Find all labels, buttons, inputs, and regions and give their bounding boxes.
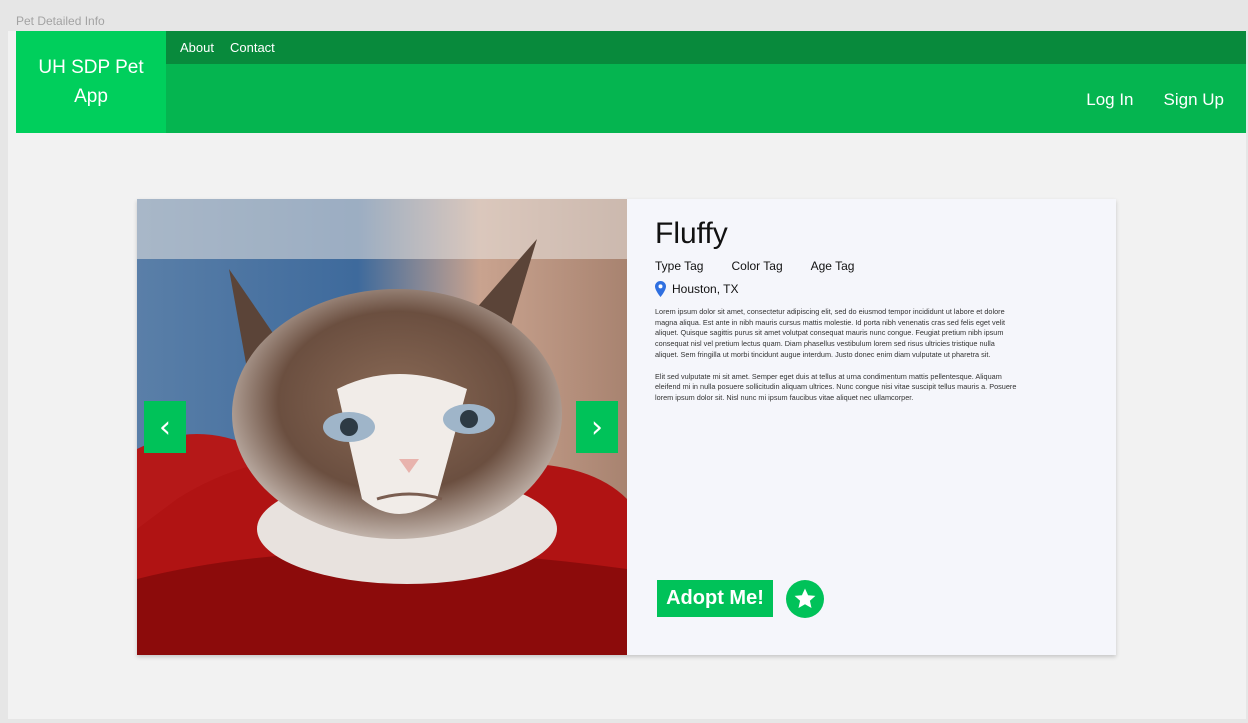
app-frame: UH SDP Pet App About Contact Log In Sign… — [8, 31, 1246, 719]
nav-link-contact[interactable]: Contact — [230, 40, 275, 55]
pet-detail-card: ‹ › Fluffy Type Tag Color Tag Age Tag Ho… — [137, 199, 1116, 655]
pet-info: Fluffy Type Tag Color Tag Age Tag Housto… — [655, 217, 1020, 404]
description-paragraph-2: Elit sed vulputate mi sit amet. Semper e… — [655, 371, 1017, 402]
description-paragraph-1: Lorem ipsum dolor sit amet, consectetur … — [655, 307, 1006, 359]
chevron-right-icon: › — [591, 409, 603, 445]
pet-tags: Type Tag Color Tag Age Tag — [655, 259, 1020, 273]
navbar: UH SDP Pet App About Contact Log In Sign… — [16, 31, 1246, 133]
auth-links: Log In Sign Up — [1086, 90, 1224, 110]
signup-link[interactable]: Sign Up — [1164, 90, 1224, 110]
star-icon — [794, 588, 816, 608]
tag-age[interactable]: Age Tag — [811, 259, 855, 273]
cat-illustration — [137, 199, 627, 655]
next-photo-button[interactable]: › — [576, 401, 618, 453]
location-text: Houston, TX — [672, 282, 739, 296]
prev-photo-button[interactable]: ‹ — [144, 401, 186, 453]
favorite-button[interactable] — [786, 580, 824, 618]
brand-name: UH SDP Pet App — [38, 57, 144, 107]
adopt-button[interactable]: Adopt Me! — [657, 580, 773, 617]
pet-photo: ‹ › — [137, 199, 627, 655]
tag-color[interactable]: Color Tag — [731, 259, 782, 273]
top-nav-links: About Contact — [180, 40, 275, 55]
pet-name: Fluffy — [655, 217, 728, 250]
pet-location: Houston, TX — [655, 281, 1020, 297]
map-pin-icon — [655, 281, 666, 297]
brand-logo[interactable]: UH SDP Pet App — [16, 31, 166, 133]
tag-type[interactable]: Type Tag — [655, 259, 703, 273]
pet-description: Lorem ipsum dolor sit amet, consectetur … — [655, 307, 1020, 404]
login-link[interactable]: Log In — [1086, 90, 1133, 110]
chevron-left-icon: ‹ — [159, 409, 171, 445]
window-title: Pet Detailed Info — [16, 14, 105, 28]
nav-link-about[interactable]: About — [180, 40, 214, 55]
